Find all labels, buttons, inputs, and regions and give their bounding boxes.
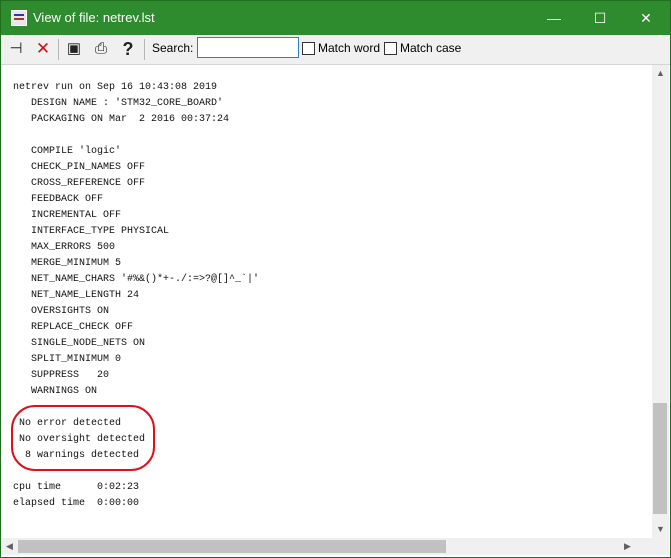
title-bar[interactable]: View of file: netrev.lst — ☐ ✕: [1, 1, 670, 35]
delete-icon[interactable]: ✕: [31, 37, 55, 61]
log-line: COMPILE 'logic': [13, 146, 122, 157]
log-line: FEEDBACK OFF: [13, 194, 104, 205]
search-input[interactable]: [197, 37, 299, 58]
log-line: INCREMENTAL OFF: [13, 210, 122, 221]
log-line: SPLIT_MINIMUM 0: [13, 354, 122, 365]
maximize-button[interactable]: ☐: [577, 1, 623, 35]
log-line: REPLACE_CHECK OFF: [13, 322, 134, 333]
search-label: Search:: [152, 41, 194, 55]
scroll-up-icon[interactable]: ▲: [652, 65, 669, 82]
help-icon[interactable]: ?: [116, 37, 140, 61]
window-title: View of file: netrev.lst: [33, 10, 155, 25]
log-line: NET_NAME_CHARS '#%&()*+-./:=>?@[]^_`|': [13, 274, 260, 285]
pin-icon[interactable]: ⊣: [4, 37, 28, 61]
horizontal-scroll-thumb[interactable]: [18, 540, 446, 553]
log-line: cpu time 0:02:23: [13, 482, 140, 493]
scroll-left-icon[interactable]: ◀: [1, 538, 18, 555]
vertical-scrollbar[interactable]: ▲ ▼: [652, 65, 669, 538]
toolbar-separator: [144, 39, 145, 60]
close-button[interactable]: ✕: [623, 1, 669, 35]
scroll-right-icon[interactable]: ▶: [619, 538, 636, 555]
match-word-checkbox[interactable]: [302, 42, 315, 55]
log-line: CROSS_REFERENCE OFF: [13, 178, 146, 189]
log-line: elapsed time 0:00:00: [13, 498, 140, 509]
app-icon: [11, 10, 27, 26]
log-line: SUPPRESS 20: [13, 370, 110, 381]
print-icon[interactable]: ⎙: [89, 37, 113, 61]
scrollbar-corner: [652, 538, 669, 555]
log-line: INTERFACE_TYPE PHYSICAL: [13, 226, 170, 237]
match-case-checkbox[interactable]: [384, 42, 397, 55]
horizontal-scrollbar[interactable]: ◀ ▶: [1, 538, 652, 555]
log-line: SINGLE_NODE_NETS ON: [13, 338, 146, 349]
minimize-button[interactable]: —: [531, 1, 577, 35]
match-word-label[interactable]: Match word: [318, 41, 380, 55]
log-line: netrev run on Sep 16 10:43:08 2019: [13, 82, 218, 93]
toolbar-separator: [58, 39, 59, 60]
log-line: OVERSIGHTS ON: [13, 306, 110, 317]
match-case-label[interactable]: Match case: [400, 41, 461, 55]
save-icon[interactable]: ▣: [62, 37, 86, 61]
log-line: NET_NAME_LENGTH 24: [13, 290, 140, 301]
scroll-down-icon[interactable]: ▼: [652, 521, 669, 538]
log-line: MAX_ERRORS 500: [13, 242, 116, 253]
log-line: DESIGN NAME : 'STM32_CORE_BOARD': [13, 98, 224, 109]
log-line: PACKAGING ON Mar 2 2016 00:37:24: [13, 114, 230, 125]
log-line: CHECK_PIN_NAMES OFF: [13, 162, 146, 173]
vertical-scroll-thumb[interactable]: [653, 403, 667, 514]
log-line: MERGE_MINIMUM 5: [13, 258, 122, 269]
file-viewer-window: View of file: netrev.lst — ☐ ✕ ⊣ ✕ ▣ ⎙ ?…: [0, 0, 671, 558]
log-line: WARNINGS ON: [13, 386, 98, 397]
annotation-circle: [11, 405, 155, 471]
